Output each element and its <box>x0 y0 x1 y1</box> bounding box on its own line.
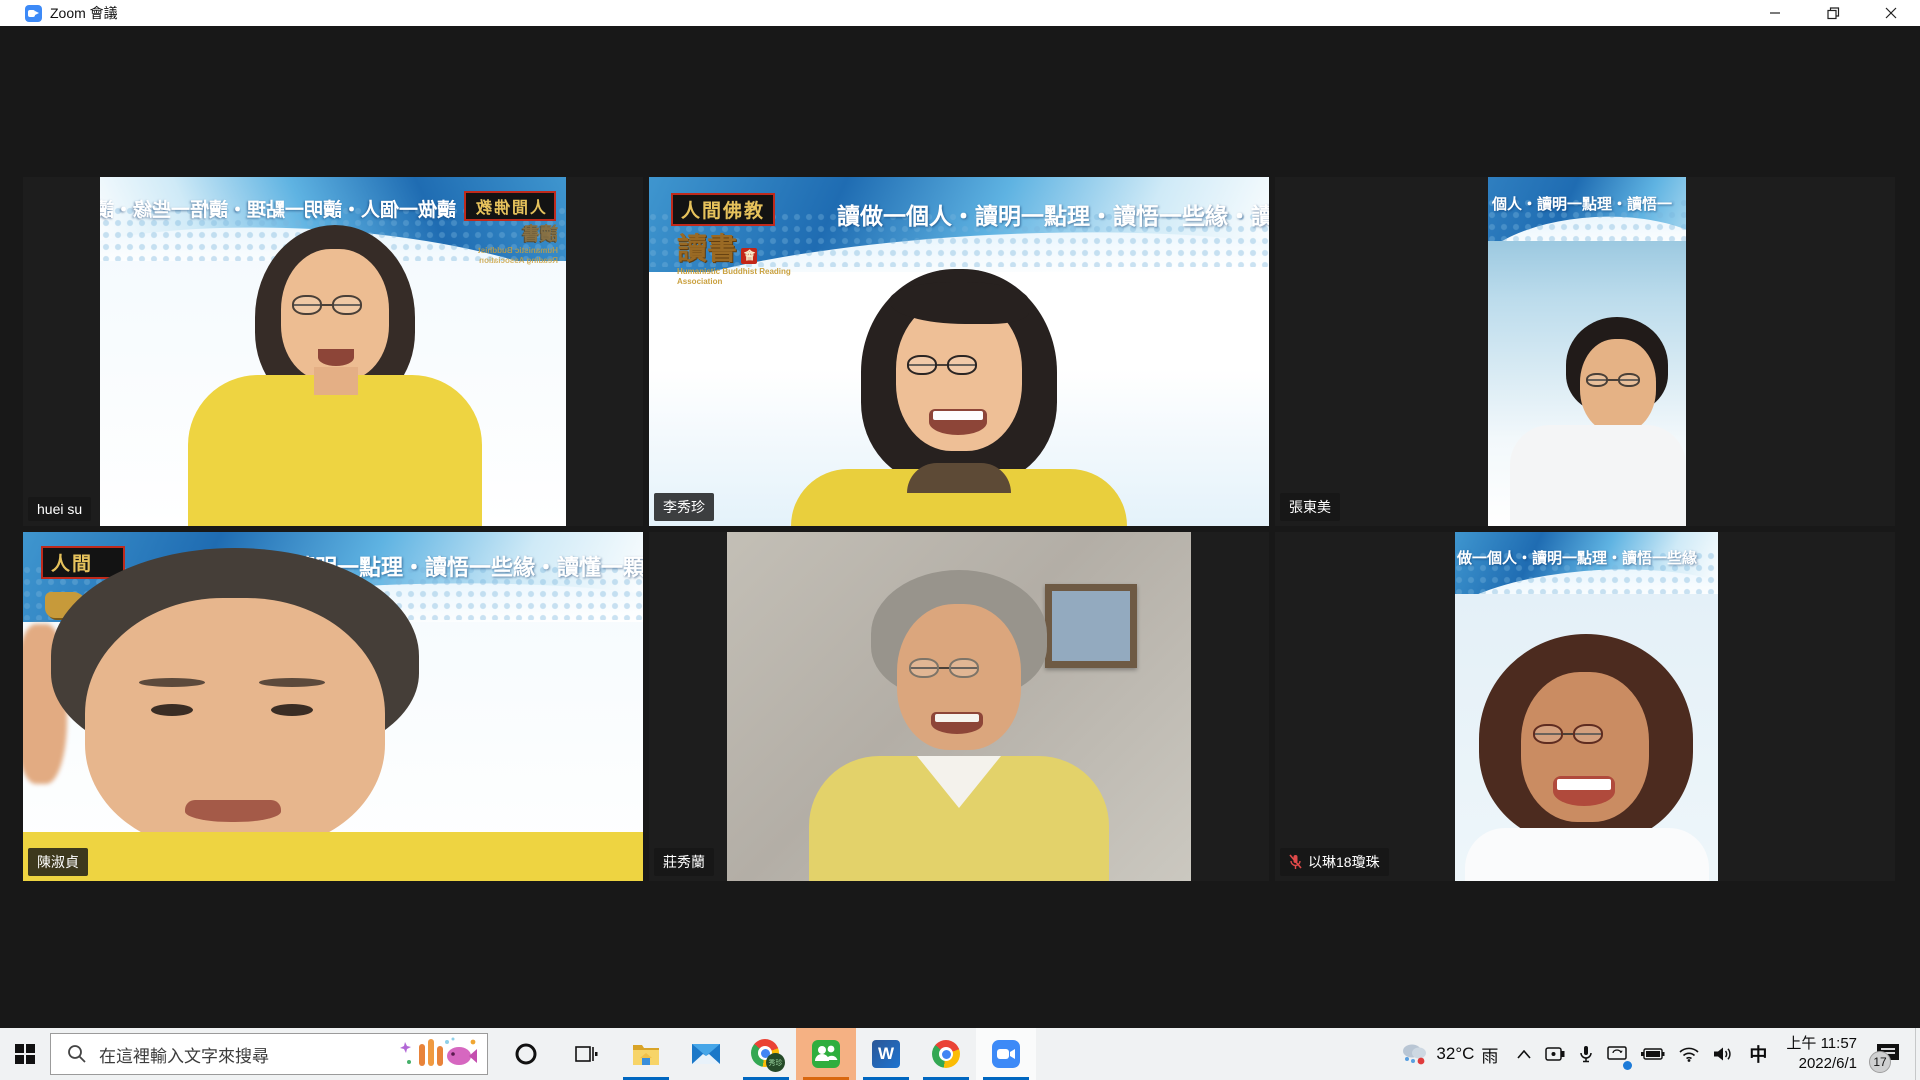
video-feed: 人間 ・讀明一點理・讀悟一些緣・讀懂一顆心 <box>23 532 643 881</box>
show-desktop-strip[interactable] <box>1915 1028 1920 1080</box>
video-feed: 人間佛教 讀做一個人・讀明一點理・讀悟一些緣・讀懂一顆心 讀書 會 Humani… <box>649 177 1269 526</box>
display-sync-tray-icon[interactable] <box>1600 1028 1634 1080</box>
weather-widget[interactable]: 32°C 雨 <box>1387 1041 1510 1067</box>
video-tile-huei-su[interactable]: 人間佛教 讀做一個人・讀明一點理・讀悟一些緣・讀懂一顆心 讀書 Humanist… <box>23 177 643 526</box>
rain-cloud-icon <box>1399 1041 1429 1067</box>
weather-temp: 32°C <box>1436 1044 1474 1064</box>
video-feed <box>727 532 1191 881</box>
close-button[interactable] <box>1862 0 1920 26</box>
video-feed: 個人・讀明一點理・讀悟一 <box>1488 177 1686 526</box>
chrome-icon[interactable] <box>916 1028 976 1080</box>
zoom-app-taskbar-icon[interactable] <box>976 1028 1036 1080</box>
video-feed: 人間佛教 讀做一個人・讀明一點理・讀悟一些緣・讀懂一顆心 讀書 Humanist… <box>100 177 566 526</box>
ime-indicator[interactable]: 中 <box>1740 1041 1776 1067</box>
window-titlebar: Zoom 會議 <box>0 0 1920 26</box>
video-tile-yilin-qiongzhu[interactable]: 做一個人・讀明一點理・讀悟一些緣 <box>1275 532 1895 881</box>
weather-desc: 雨 <box>1481 1042 1498 1067</box>
participant-body <box>188 375 482 526</box>
participant-eye-left <box>151 704 193 716</box>
cortana-button[interactable] <box>496 1028 556 1080</box>
meeting-canvas: 人間佛教 讀做一個人・讀明一點理・讀悟一些緣・讀懂一顆心 讀書 Humanist… <box>0 26 1920 1028</box>
wall-picture-frame <box>1045 584 1137 668</box>
video-tile-li-xiu-zhen[interactable]: 人間佛教 讀做一個人・讀明一點理・讀悟一些緣・讀懂一顆心 讀書 會 Humani… <box>649 177 1269 526</box>
video-tile-zhang-dong-mei[interactable]: 個人・讀明一點理・讀悟一 張東美 <box>1275 177 1895 526</box>
participant-glasses <box>909 658 979 678</box>
participant-brow-left <box>139 678 205 687</box>
taskbar-apps: 秀珍 W <box>496 1028 1036 1080</box>
participant-name-label: huei su <box>28 497 91 521</box>
participant-mouth <box>185 800 281 822</box>
search-highlight-art-icon <box>395 1036 481 1074</box>
participant-glasses <box>907 355 977 375</box>
system-tray: 32°C 雨 <box>1387 1028 1920 1080</box>
microphone-tray-icon[interactable] <box>1572 1028 1600 1080</box>
banner-graphic: 個人・讀明一點理・讀悟一 <box>1488 177 1686 241</box>
search-icon <box>67 1044 87 1064</box>
volume-tray-icon[interactable] <box>1706 1028 1740 1080</box>
participant-glasses <box>1586 373 1640 387</box>
wifi-tray-icon[interactable] <box>1672 1028 1706 1080</box>
camera-tray-icon[interactable] <box>1538 1028 1572 1080</box>
banner-graphic: 做一個人・讀明一點理・讀悟一些緣 <box>1455 532 1718 594</box>
restore-button[interactable] <box>1804 0 1862 26</box>
notification-count-badge: 17 <box>1869 1051 1891 1073</box>
participant-name-label: 陳淑貞 <box>28 848 88 876</box>
video-grid: 人間佛教 讀做一個人・讀明一點理・讀悟一些緣・讀懂一顆心 讀書 Humanist… <box>23 177 1895 881</box>
chrome-profile-badge: 秀珍 <box>766 1053 785 1072</box>
participant-collar <box>907 463 1011 493</box>
participant-glasses <box>292 295 362 315</box>
participant-name-label: 李秀珍 <box>654 493 714 521</box>
search-input[interactable]: 在這裡輸入文字來搜尋 <box>50 1033 488 1075</box>
video-tile-chen-shu-zhen[interactable]: 人間 ・讀明一點理・讀悟一些緣・讀懂一顆心 陳淑貞 <box>23 532 643 881</box>
action-center-button[interactable]: 17 <box>1867 1028 1915 1080</box>
minimize-button[interactable] <box>1746 0 1804 26</box>
participant-eye-right <box>271 704 313 716</box>
mail-app-icon[interactable] <box>676 1028 736 1080</box>
task-view-button[interactable] <box>556 1028 616 1080</box>
word-app-icon[interactable]: W <box>856 1028 916 1080</box>
tray-date: 2022/6/1 <box>1786 1054 1857 1074</box>
participant-name-label: 莊秀蘭 <box>654 848 714 876</box>
battery-tray-icon[interactable] <box>1634 1028 1672 1080</box>
search-placeholder: 在這裡輸入文字來搜尋 <box>99 1042 269 1067</box>
video-tile-zhuang-xiu-lan[interactable]: 莊秀蘭 <box>649 532 1269 881</box>
participant-body <box>23 832 643 881</box>
start-button[interactable] <box>0 1028 50 1080</box>
participant-smile <box>1553 776 1615 806</box>
video-feed: 做一個人・讀明一點理・讀悟一些緣 <box>1455 532 1718 881</box>
participant-smile <box>931 712 983 734</box>
participant-name-label: 張東美 <box>1280 493 1340 521</box>
tray-time: 上午 11:57 <box>1786 1034 1857 1054</box>
people-app-icon[interactable] <box>796 1028 856 1080</box>
file-explorer-icon[interactable] <box>616 1028 676 1080</box>
window-title: Zoom 會議 <box>50 3 118 23</box>
zoom-app-icon <box>25 5 42 22</box>
clock-widget[interactable]: 上午 11:57 2022/6/1 <box>1776 1034 1867 1075</box>
muted-mic-icon <box>1289 854 1302 870</box>
participant-body <box>1465 828 1709 881</box>
participant-name-label: 以琳18瓊珠 <box>1280 848 1389 876</box>
chrome-profile1-icon[interactable]: 秀珍 <box>736 1028 796 1080</box>
participant-neck <box>314 367 358 395</box>
hidden-icons-chevron[interactable] <box>1510 1028 1538 1080</box>
participant-glasses <box>1533 724 1603 744</box>
participant-mouth <box>318 349 354 366</box>
windows-taskbar: 在這裡輸入文字來搜尋 <box>0 1028 1920 1080</box>
participant-brow-right <box>259 678 325 687</box>
participant-body <box>1510 425 1686 526</box>
reading-club-logo: 讀書 會 Humanistic Buddhist Reading Associa… <box>677 235 797 286</box>
reading-club-logo: 讀書 Humanistic Buddhist Reading Associati… <box>478 225 558 265</box>
participant-smile <box>929 409 987 435</box>
